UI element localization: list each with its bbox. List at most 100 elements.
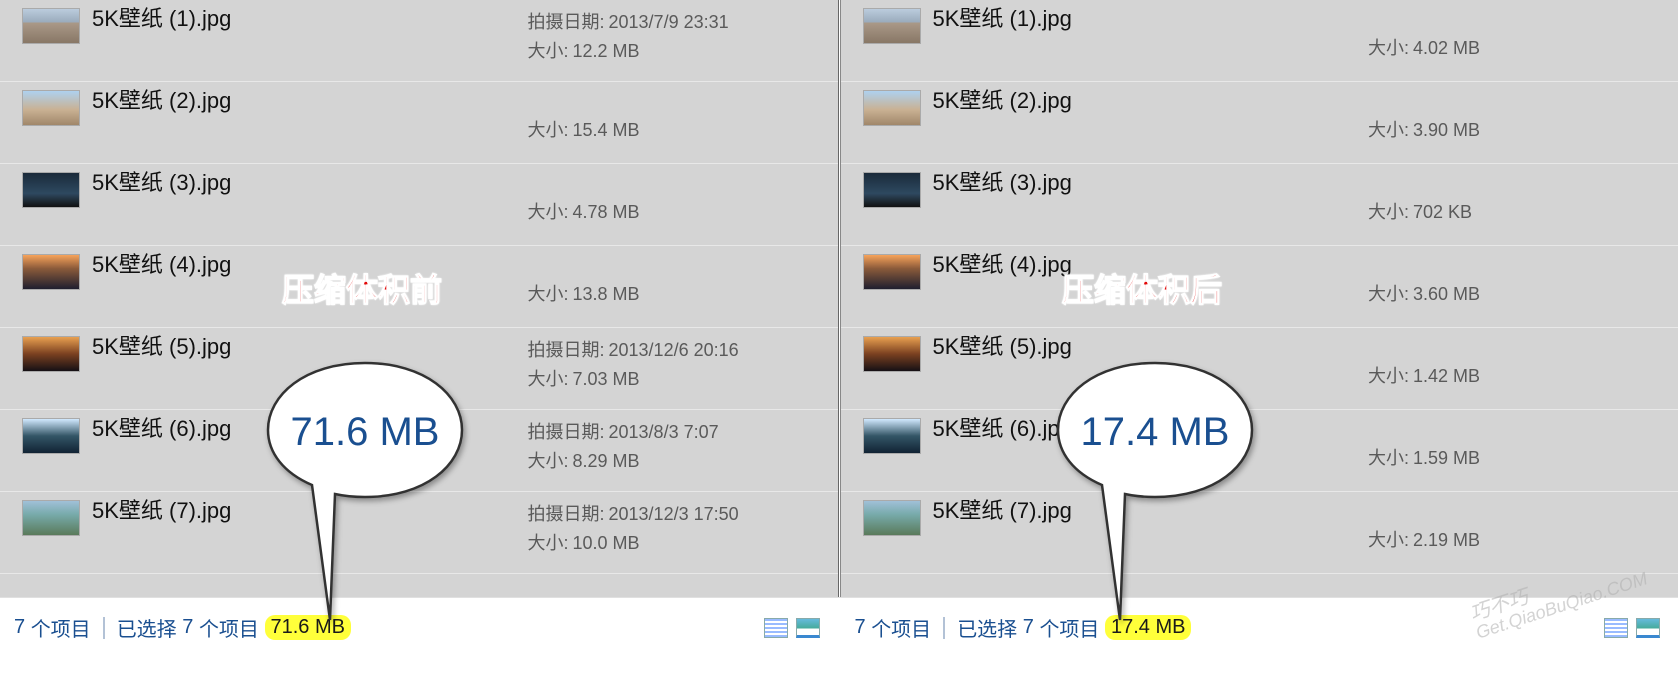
file-name: 5K壁纸 (4).jpg [933,252,1369,278]
date-value: 2013/12/6 20:16 [609,336,739,365]
date-label: 拍摄日期: [528,500,605,529]
file-row[interactable]: 5K壁纸 (6).jpg大小:1.59 MB [841,410,1678,492]
selected-count: 7 [182,616,193,639]
size-label: 大小: [528,37,569,66]
file-name: 5K壁纸 (1).jpg [92,6,528,32]
file-meta: 大小:4.02 MB [1368,6,1668,63]
size-value: 2.19 MB [1413,526,1480,555]
file-row[interactable]: 5K壁纸 (4).jpg大小:3.60 MB [841,246,1678,328]
date-label: 拍摄日期: [528,418,605,447]
selected-count: 7 [1023,616,1034,639]
file-thumbnail-icon [863,254,921,290]
file-name: 5K壁纸 (6).jpg [92,416,528,442]
view-details-icon[interactable] [764,618,788,638]
file-name: 5K壁纸 (3).jpg [92,170,528,196]
size-value: 8.29 MB [573,447,640,476]
size-label: 大小: [1368,444,1409,473]
file-meta: 拍摄日期:2013/12/6 20:16大小:7.03 MB [528,334,828,394]
file-thumbnail-icon [22,8,80,44]
file-row[interactable]: 5K壁纸 (3).jpg大小:4.78 MB [0,164,838,246]
size-value: 7.03 MB [573,365,640,394]
file-meta: 大小:3.60 MB [1368,252,1668,309]
size-label: 大小: [528,116,569,145]
size-value: 13.8 MB [573,280,640,309]
size-label: 大小: [1368,280,1409,309]
file-thumbnail-icon [22,418,80,454]
file-meta: 大小:3.90 MB [1368,88,1668,145]
file-name: 5K壁纸 (7).jpg [933,498,1369,524]
size-label: 大小: [1368,526,1409,555]
file-thumbnail-icon [22,336,80,372]
file-name: 5K壁纸 (6).jpg [933,416,1369,442]
file-meta: 大小:4.78 MB [528,170,828,227]
file-row[interactable]: 5K壁纸 (4).jpg大小:13.8 MB [0,246,838,328]
total-size-highlight: 71.6 MB [265,615,351,640]
items-label: 个项目 [871,613,931,642]
view-thumbnails-icon[interactable] [1636,618,1660,638]
file-row[interactable]: 5K壁纸 (2).jpg大小:3.90 MB [841,82,1678,164]
status-bar-right: 7 个项目 已选择 7 个项目 17.4 MB [841,598,1678,657]
size-label: 大小: [1368,362,1409,391]
size-value: 1.42 MB [1413,362,1480,391]
size-value: 3.90 MB [1413,116,1480,145]
file-row[interactable]: 5K壁纸 (5).jpg拍摄日期:2013/12/6 20:16大小:7.03 … [0,328,838,410]
item-count: 7 [855,616,866,639]
size-label: 大小: [528,529,569,558]
size-value: 10.0 MB [573,529,640,558]
file-meta: 拍摄日期:2013/8/3 7:07大小:8.29 MB [528,416,828,476]
view-details-icon[interactable] [1604,618,1628,638]
status-bar-left: 7 个项目 已选择 7 个项目 71.6 MB [0,598,838,657]
file-row[interactable]: 5K壁纸 (1).jpg大小:4.02 MB [841,0,1678,82]
file-row[interactable]: 5K壁纸 (1).jpg拍摄日期:2013/7/9 23:31大小:12.2 M… [0,0,838,82]
separator [103,617,105,639]
file-thumbnail-icon [22,500,80,536]
selected-label: 已选择 [117,613,177,642]
file-name: 5K壁纸 (3).jpg [933,170,1369,196]
file-name: 5K壁纸 (5).jpg [933,334,1369,360]
file-thumbnail-icon [863,418,921,454]
file-thumbnail-icon [863,172,921,208]
file-thumbnail-icon [863,500,921,536]
file-name: 5K壁纸 (4).jpg [92,252,528,278]
total-size-highlight: 17.4 MB [1105,615,1191,640]
file-name: 5K壁纸 (5).jpg [92,334,528,360]
file-thumbnail-icon [22,254,80,290]
file-meta: 大小:1.42 MB [1368,334,1668,391]
view-thumbnails-icon[interactable] [796,618,820,638]
file-meta: 大小:1.59 MB [1368,416,1668,473]
file-name: 5K壁纸 (7).jpg [92,498,528,524]
file-thumbnail-icon [863,8,921,44]
size-label: 大小: [1368,198,1409,227]
file-row[interactable]: 5K壁纸 (6).jpg拍摄日期:2013/8/3 7:07大小:8.29 MB [0,410,838,492]
file-thumbnail-icon [863,90,921,126]
size-label: 大小: [528,198,569,227]
size-value: 4.78 MB [573,198,640,227]
items-label: 个项目 [31,613,91,642]
file-row[interactable]: 5K壁纸 (7).jpg拍摄日期:2013/12/3 17:50 大小:10.0 … [0,492,838,574]
date-value: 2013/7/9 23:31 [609,8,729,37]
file-list-after: 5K壁纸 (1).jpg大小:4.02 MB5K壁纸 (2).jpg大小:3.9… [841,0,1678,597]
file-name: 5K壁纸 (2).jpg [933,88,1369,114]
file-list-before: 5K壁纸 (1).jpg拍摄日期:2013/7/9 23:31大小:12.2 M… [0,0,838,597]
file-row[interactable]: 5K壁纸 (5).jpg大小:1.42 MB [841,328,1678,410]
date-value: 2013/8/3 7:07 [609,418,719,447]
file-name: 5K壁纸 (2).jpg [92,88,528,114]
file-thumbnail-icon [863,336,921,372]
file-meta: 拍摄日期:2013/12/3 17:50 大小:10.0 MB [528,498,828,558]
file-meta: 大小:13.8 MB [528,252,828,309]
size-label: 大小: [1368,34,1409,63]
file-name: 5K壁纸 (1).jpg [933,6,1369,32]
file-row[interactable]: 5K壁纸 (7).jpg大小:2.19 MB [841,492,1678,574]
file-row[interactable]: 5K壁纸 (3).jpg大小:702 KB [841,164,1678,246]
file-meta: 大小:702 KB [1368,170,1668,227]
size-value: 15.4 MB [573,116,640,145]
file-meta: 拍摄日期:2013/7/9 23:31大小:12.2 MB [528,6,828,66]
date-value: 2013/12/3 17:50 [609,500,739,529]
item-count: 7 [14,616,25,639]
file-row[interactable]: 5K壁纸 (2).jpg大小:15.4 MB [0,82,838,164]
size-value: 3.60 MB [1413,280,1480,309]
file-thumbnail-icon [22,90,80,126]
size-value: 702 KB [1413,198,1472,227]
selected-suffix: 个项目 [1039,613,1099,642]
size-label: 大小: [1368,116,1409,145]
